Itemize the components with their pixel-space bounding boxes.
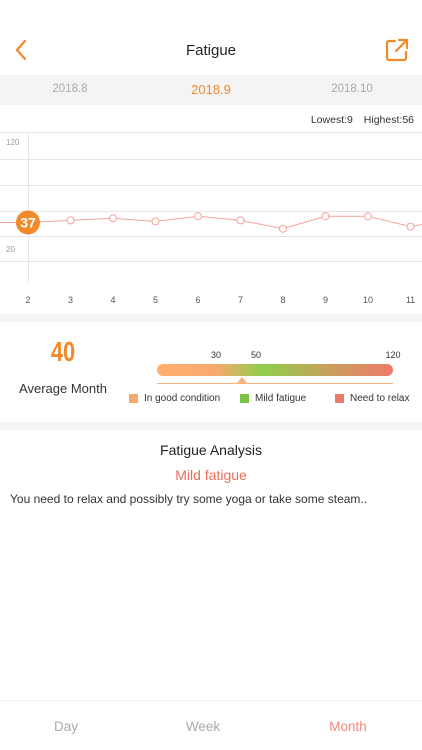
data-point <box>194 212 202 221</box>
tab-week[interactable]: Week <box>186 719 220 734</box>
month-next[interactable]: 2018.10 <box>331 83 373 95</box>
bottom-tab-bar: Day Week Month <box>0 700 422 750</box>
y-tick-label: 20 <box>6 245 15 254</box>
average-value: 40 <box>50 336 76 367</box>
page-title: Fatigue <box>185 42 237 59</box>
legend-good: In good condition <box>129 393 220 404</box>
tab-month[interactable]: Month <box>329 719 367 734</box>
scale-baseline <box>157 383 393 384</box>
data-point <box>321 212 330 221</box>
share-button[interactable] <box>384 37 410 63</box>
data-point <box>406 222 415 231</box>
data-point <box>364 212 372 221</box>
legend-swatch-good <box>129 394 138 403</box>
legend-swatch-mild <box>240 394 249 403</box>
data-point <box>66 216 75 225</box>
data-point <box>151 217 160 226</box>
month-selector: 2018.8 2018.9 2018.10 <box>0 75 422 105</box>
month-current[interactable]: 2018.9 <box>191 82 231 97</box>
scale-mark-30: 30 <box>210 350 222 360</box>
analysis-status: Mild fatigue <box>175 467 247 483</box>
y-tick-label: 120 <box>6 138 20 147</box>
data-point <box>279 224 287 233</box>
x-tick-label: 5 <box>153 295 158 305</box>
x-tick-label: 4 <box>110 295 115 305</box>
fatigue-scale-bar <box>157 364 393 376</box>
x-tick-label: 11 <box>406 295 415 305</box>
range-summary: Lowest:9 Highest:56 <box>303 114 414 126</box>
highest-value: Highest:56 <box>363 114 414 126</box>
scale-mark-120: 120 <box>385 350 401 360</box>
legend-label-relax: Need to relax <box>350 393 410 404</box>
legend-label-good: In good condition <box>144 393 221 404</box>
lowest-value: Lowest:9 <box>310 114 353 126</box>
legend-mild: Mild fatigue <box>240 393 306 404</box>
legend-swatch-relax <box>335 394 344 403</box>
tab-day[interactable]: Day <box>54 719 78 734</box>
x-tick-label: 3 <box>68 295 73 305</box>
series-line <box>0 215 422 230</box>
average-label: Average Month <box>19 381 107 396</box>
legend-label-mild: Mild fatigue <box>255 393 307 404</box>
divider <box>0 314 422 322</box>
scale-mark-50: 50 <box>250 350 262 360</box>
legend-relax: Need to relax <box>335 393 409 404</box>
data-point <box>109 214 117 223</box>
x-tick-label: 7 <box>238 295 243 305</box>
x-tick-label: 9 <box>323 295 328 305</box>
share-icon <box>385 38 409 62</box>
month-prev[interactable]: 2018.8 <box>52 83 87 95</box>
header: Fatigue <box>0 0 422 75</box>
x-tick-label: 10 <box>363 295 373 305</box>
selected-point-label: 37 <box>20 214 36 230</box>
x-tick-label: 6 <box>195 295 200 305</box>
x-tick-label: 2 <box>25 295 30 305</box>
x-tick-label: 8 <box>280 295 285 305</box>
analysis-text: You need to relax and possibly try some … <box>10 492 368 506</box>
divider <box>0 422 422 430</box>
data-point <box>236 216 245 225</box>
scale-marker <box>237 377 247 383</box>
analysis-title: Fatigue Analysis <box>160 442 262 458</box>
fatigue-line-chart[interactable]: 120 20 37 2 3 4 5 6 7 8 9 10 11 <box>0 132 422 312</box>
